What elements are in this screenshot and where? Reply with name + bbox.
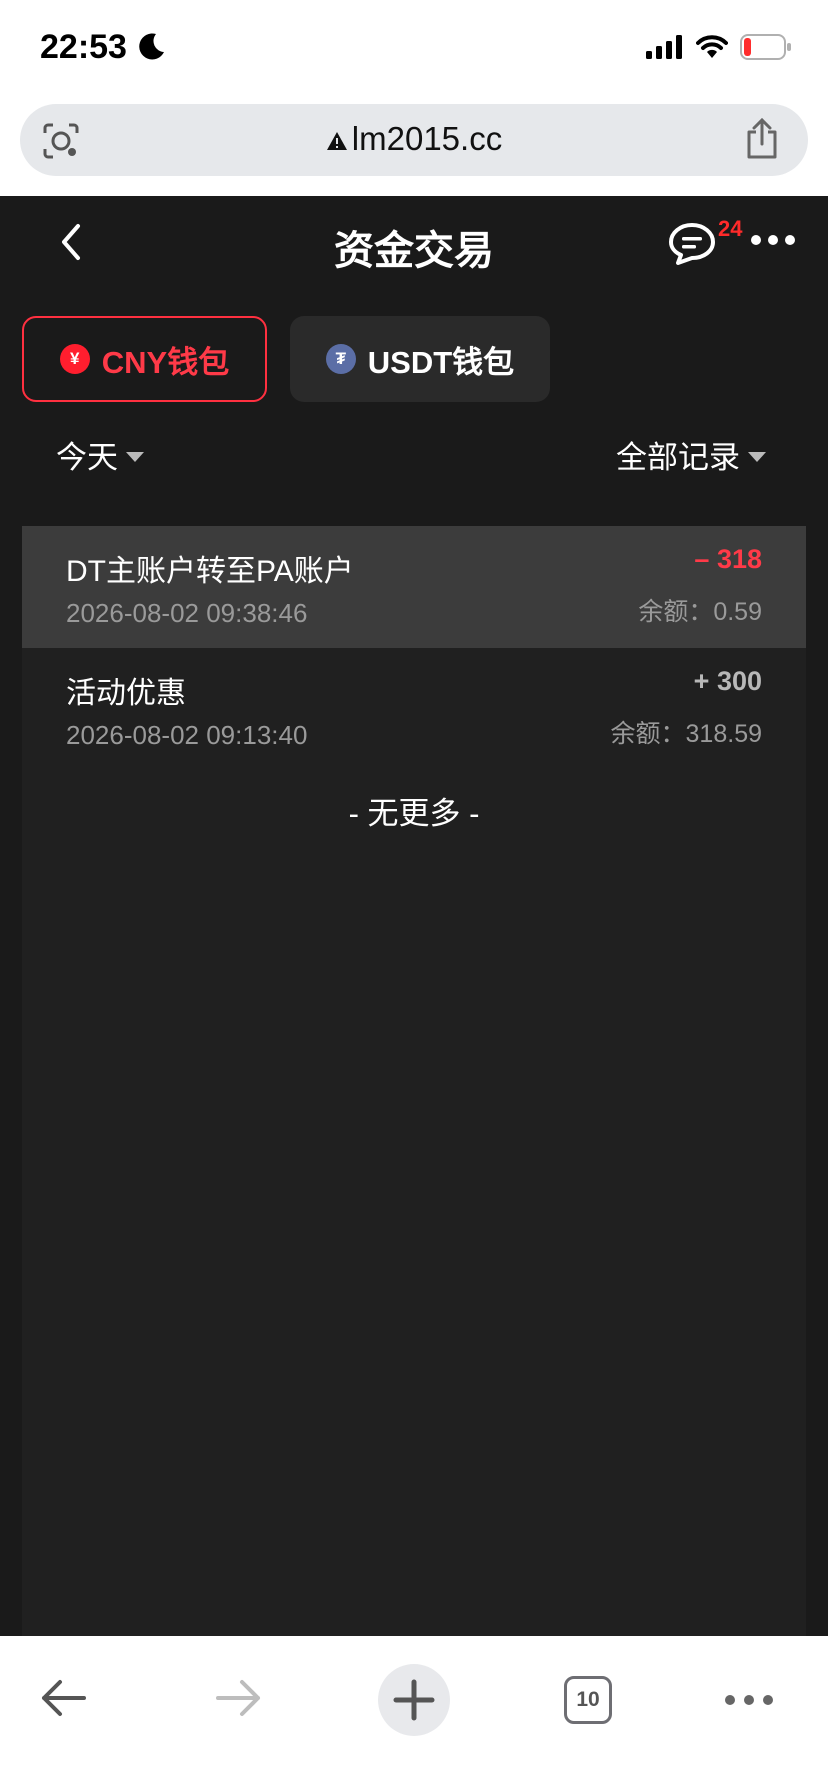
transaction-title: DT主账户转至PA账户	[66, 555, 354, 588]
date-filter-dropdown[interactable]: 今天	[56, 432, 144, 477]
no-more-text: - 无更多 -	[348, 796, 480, 831]
date-filter-label: 今天	[56, 440, 118, 475]
transaction-amount: – 318	[694, 544, 762, 574]
caret-down-icon	[748, 451, 766, 462]
tab-usdt-wallet[interactable]: ₮ USDT钱包	[290, 316, 550, 402]
transaction-balance: 余额：318.59	[610, 720, 762, 748]
more-dots-icon[interactable]	[724, 1694, 774, 1706]
url-text[interactable]: lm2015.cc	[352, 120, 502, 157]
status-bar: 22:53	[0, 0, 828, 100]
transaction-row[interactable]: 活动优惠 2026-08-02 09:13:40 + 300 余额：318.59	[22, 648, 806, 770]
tether-coin-icon: ₮	[325, 344, 356, 374]
message-icon[interactable]	[668, 222, 716, 266]
battery-icon	[740, 34, 791, 60]
transaction-row[interactable]: DT主账户转至PA账户 2026-08-02 09:38:46 – 318 余额…	[22, 526, 806, 648]
tab-cny-label: CNY钱包	[101, 344, 230, 380]
browser-address-area: lm2015.cc	[0, 100, 828, 196]
record-filter-dropdown[interactable]: 全部记录	[616, 432, 766, 477]
more-dots-icon[interactable]	[750, 234, 796, 246]
warning-icon	[326, 132, 347, 151]
caret-down-icon	[126, 451, 144, 462]
transaction-title: 活动优惠	[66, 677, 186, 710]
transaction-balance: 余额：0.59	[638, 598, 762, 626]
plus-icon	[393, 1679, 435, 1721]
transaction-list: DT主账户转至PA账户 2026-08-02 09:38:46 – 318 余额…	[22, 526, 806, 1636]
wifi-icon	[696, 35, 728, 58]
app-content: 资金交易 24 ¥ CNY钱包 ₮ USDT钱包 今天 全部记录 DT主账户转至…	[0, 196, 828, 1636]
moon-icon	[139, 33, 164, 60]
share-icon[interactable]	[744, 118, 780, 160]
tab-usdt-label: USDT钱包	[367, 344, 515, 380]
browser-toolbar: 10	[0, 1636, 828, 1792]
arrow-right-icon[interactable]	[214, 1678, 262, 1718]
yuan-coin-icon: ¥	[59, 344, 90, 374]
arrow-left-icon[interactable]	[40, 1678, 88, 1718]
status-time: 22:53	[40, 28, 127, 66]
address-bar[interactable]: lm2015.cc	[20, 104, 808, 176]
transaction-amount: + 300	[693, 666, 762, 696]
tab-cny-wallet[interactable]: ¥ CNY钱包	[22, 316, 267, 402]
new-tab-button[interactable]	[378, 1664, 450, 1736]
transaction-time: 2026-08-02 09:38:46	[66, 598, 308, 628]
message-badge: 24	[718, 216, 743, 241]
transaction-time: 2026-08-02 09:13:40	[66, 720, 308, 750]
tabs-icon[interactable]: 10	[564, 1676, 612, 1724]
record-filter-label: 全部记录	[616, 440, 740, 475]
signal-icon	[646, 35, 682, 59]
